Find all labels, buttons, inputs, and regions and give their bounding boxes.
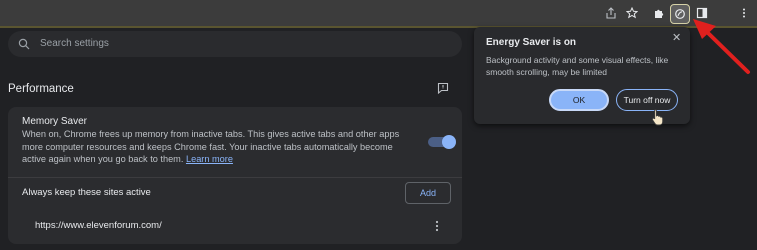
- section-title: Performance: [8, 83, 74, 95]
- memory-saver-description: When on, Chrome frees up memory from ina…: [22, 128, 412, 166]
- learn-more-link[interactable]: Learn more: [186, 154, 233, 164]
- popup-title: Energy Saver is on: [486, 37, 577, 48]
- browser-toolbar: [0, 0, 757, 28]
- close-icon[interactable]: ✕: [672, 31, 681, 44]
- memory-saver-title: Memory Saver: [22, 116, 88, 127]
- turn-off-now-button[interactable]: Turn off now: [616, 89, 678, 111]
- popup-body: Background activity and some visual effe…: [486, 55, 669, 77]
- mouse-cursor-icon: [651, 109, 664, 126]
- always-active-label: Always keep these sites active: [22, 187, 151, 198]
- more-menu-icon[interactable]: [735, 4, 753, 22]
- search-input[interactable]: Search settings: [8, 31, 462, 57]
- feedback-icon[interactable]: [437, 82, 449, 94]
- search-icon: [18, 38, 30, 50]
- list-item: https://www.elevenforum.com/: [8, 210, 462, 240]
- more-actions-icon[interactable]: [432, 219, 442, 233]
- site-url: https://www.elevenforum.com/: [35, 220, 162, 231]
- bookmark-star-icon[interactable]: [623, 4, 641, 22]
- extensions-icon[interactable]: [650, 4, 668, 22]
- memory-saver-toggle-knob[interactable]: [442, 135, 456, 149]
- ok-button[interactable]: OK: [549, 89, 609, 111]
- side-panel-icon[interactable]: [693, 4, 711, 22]
- performance-card: Memory Saver When on, Chrome frees up me…: [8, 107, 462, 244]
- energy-saver-icon[interactable]: [670, 4, 690, 24]
- share-icon[interactable]: [602, 4, 620, 22]
- divider: [8, 177, 462, 178]
- search-placeholder: Search settings: [40, 38, 109, 49]
- add-site-button[interactable]: Add: [405, 182, 451, 204]
